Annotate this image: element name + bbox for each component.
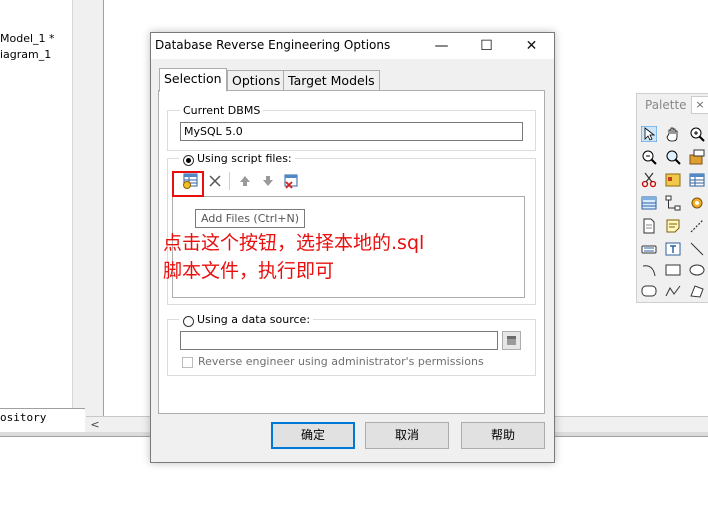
- script-files-label: Using script files:: [179, 152, 295, 165]
- dialog-titlebar[interactable]: Database Reverse Engineering Options — ☐…: [151, 33, 554, 59]
- ellipse-icon[interactable]: [689, 262, 705, 278]
- ok-button[interactable]: 确定: [271, 422, 355, 449]
- data-source-radio[interactable]: [183, 316, 194, 327]
- current-dbms-field: MySQL 5.0: [180, 122, 523, 141]
- reverse-engineering-dialog: Database Reverse Engineering Options — ☐…: [150, 32, 555, 463]
- zoom-in-icon[interactable]: [689, 126, 705, 142]
- note-icon[interactable]: [665, 218, 681, 234]
- tab-options[interactable]: Options: [227, 70, 286, 92]
- clear-all-icon[interactable]: [283, 173, 299, 189]
- pane-divider[interactable]: [85, 0, 103, 432]
- help-button[interactable]: 帮助: [461, 422, 545, 449]
- pointer-icon[interactable]: [641, 126, 657, 142]
- move-up-icon[interactable]: [237, 173, 253, 189]
- tree-item-model[interactable]: Model_1 *: [0, 32, 55, 45]
- scroll-left-arrow-icon[interactable]: <: [88, 417, 102, 433]
- dialog-title: Database Reverse Engineering Options: [155, 38, 391, 52]
- add-files-tooltip: Add Files (Ctrl+N): [195, 209, 306, 228]
- procedure-icon[interactable]: [689, 195, 705, 211]
- data-source-field[interactable]: [180, 331, 498, 350]
- move-down-icon[interactable]: [260, 173, 276, 189]
- tree-item-diagram[interactable]: iagram_1: [0, 48, 51, 61]
- data-source-label: Using a data source:: [179, 313, 314, 326]
- divider-line: [103, 0, 104, 416]
- polygon-icon[interactable]: [689, 283, 705, 299]
- properties-icon[interactable]: [689, 149, 705, 165]
- model-browser-pane: Model_1 * iagram_1: [0, 0, 86, 432]
- rounded-rect-icon[interactable]: [641, 283, 657, 299]
- instruction-annotation: 点击这个按钮，选择本地的.sql 脚本文件，执行即可: [163, 229, 503, 285]
- zoom-out-icon[interactable]: [641, 149, 657, 165]
- palette-close-icon[interactable]: ×: [691, 96, 708, 114]
- close-button[interactable]: ✕: [509, 33, 554, 59]
- arc-icon[interactable]: [641, 262, 657, 278]
- title-box-icon[interactable]: [665, 241, 681, 257]
- script-files-radio[interactable]: [183, 155, 194, 166]
- current-dbms-label: Current DBMS: [180, 104, 264, 117]
- delete-icon[interactable]: [207, 173, 223, 189]
- annotation-line-2: 脚本文件，执行即可: [163, 260, 335, 282]
- view-icon[interactable]: [641, 195, 657, 211]
- maximize-button[interactable]: ☐: [464, 33, 509, 59]
- admin-permissions-checkbox[interactable]: [182, 357, 193, 368]
- link-icon[interactable]: [689, 218, 705, 234]
- tab-selection[interactable]: Selection: [159, 68, 227, 92]
- hand-icon[interactable]: [665, 126, 681, 142]
- polyline-icon[interactable]: [665, 283, 681, 299]
- table-icon[interactable]: [689, 172, 705, 188]
- cancel-button[interactable]: 取消: [365, 422, 449, 449]
- minimize-button[interactable]: —: [419, 33, 464, 59]
- rectangle-icon[interactable]: [665, 262, 681, 278]
- file-icon[interactable]: [641, 218, 657, 234]
- zoom-window-icon[interactable]: [665, 149, 681, 165]
- data-source-browse-icon: [507, 336, 516, 345]
- browser-vertical-scrollbar[interactable]: [72, 0, 85, 432]
- browse-data-source-button[interactable]: [502, 331, 521, 350]
- cut-icon[interactable]: [641, 172, 657, 188]
- package-icon[interactable]: [665, 172, 681, 188]
- toolbar-separator: [229, 172, 230, 190]
- tab-target-models[interactable]: Target Models: [283, 70, 380, 92]
- annotation-line-1: 点击这个按钮，选择本地的.sql: [163, 232, 425, 254]
- add-files-highlight: [172, 171, 204, 197]
- reference-icon[interactable]: [665, 195, 681, 211]
- line-icon[interactable]: [689, 241, 705, 257]
- palette-title: Palette: [645, 98, 687, 112]
- repository-tab[interactable]: ository: [0, 408, 85, 433]
- text-icon[interactable]: [641, 241, 657, 257]
- palette-toolbox: Palette ×: [636, 93, 708, 303]
- admin-permissions-label: Reverse engineer using administrator's p…: [198, 355, 484, 368]
